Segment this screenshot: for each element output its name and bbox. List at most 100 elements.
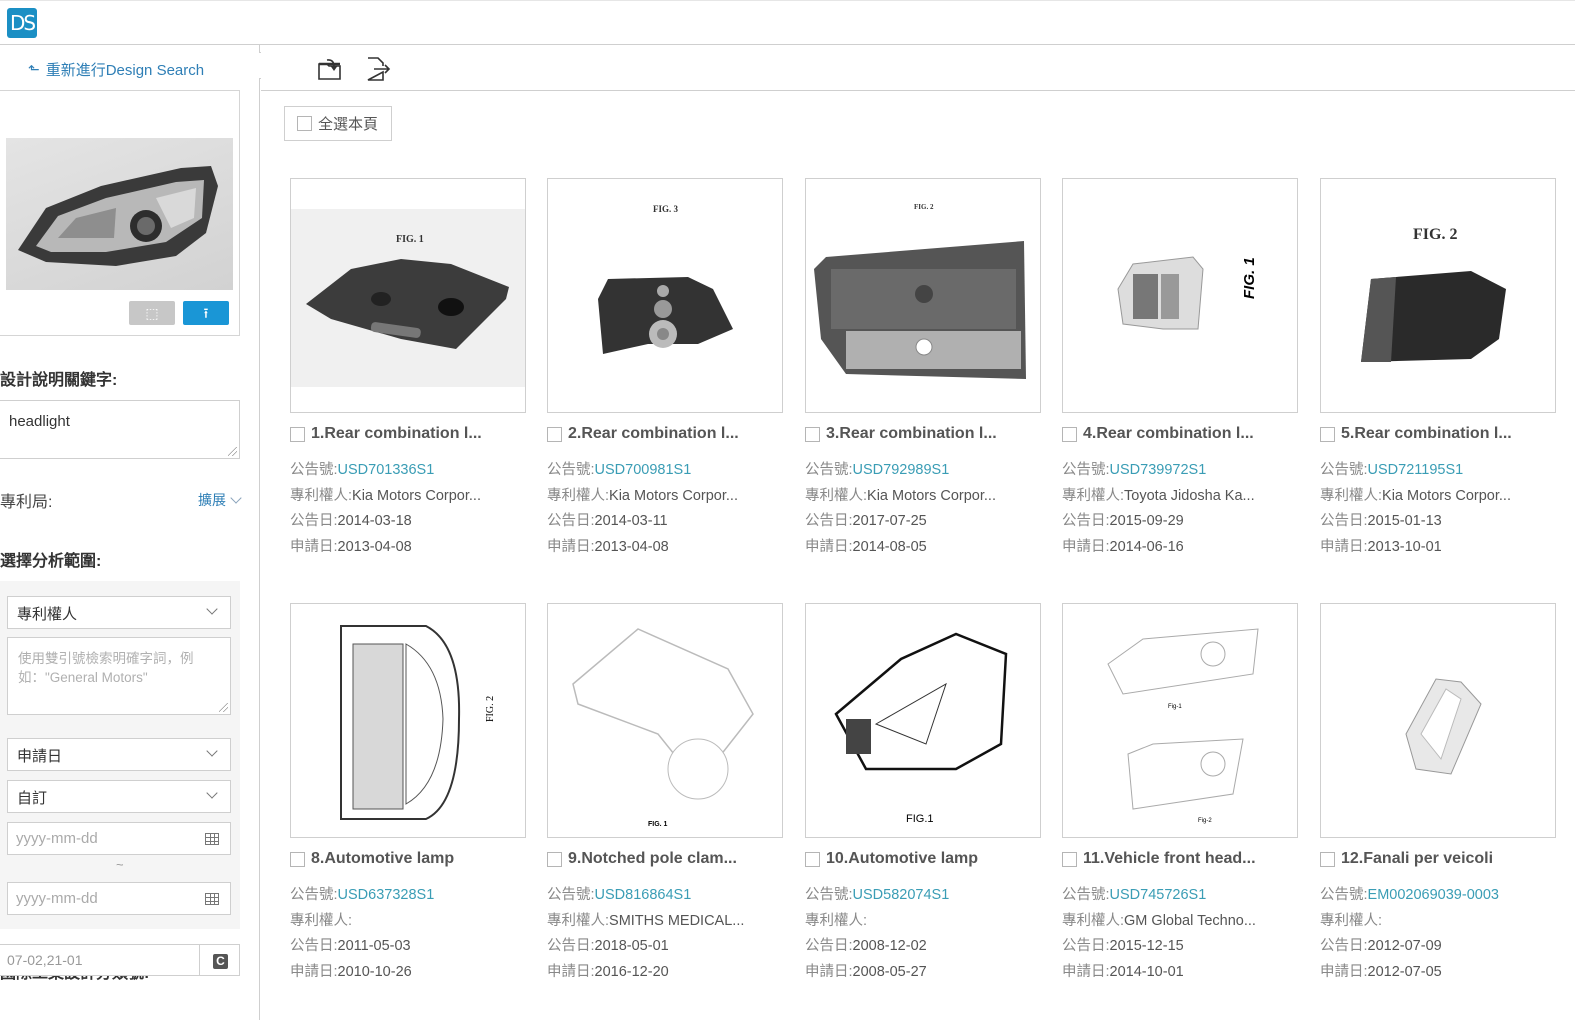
- chevron-down-icon: [230, 492, 242, 504]
- assignee-query-input[interactable]: 使用雙引號檢索明確字詞，例如："General Motors": [7, 637, 231, 715]
- result-checkbox[interactable]: [1062, 426, 1077, 442]
- upload-icon: ⭱: [203, 305, 209, 321]
- pub-no-label: 公告號:: [1320, 887, 1368, 903]
- result-checkbox[interactable]: [1320, 426, 1335, 442]
- result-title[interactable]: 8.Automotive lamp: [311, 850, 454, 868]
- pub-no-link[interactable]: EM002069039-0003: [1368, 887, 1499, 903]
- pub-date-row: 公告日:2011-05-03: [290, 934, 530, 955]
- result-thumbnail[interactable]: FIG.1: [805, 603, 1041, 838]
- app-date-label: 申請日:: [1320, 964, 1368, 980]
- upload-button[interactable]: ⭱: [183, 301, 229, 325]
- result-checkbox[interactable]: [805, 851, 820, 867]
- result-title[interactable]: 5.Rear combination l...: [1341, 425, 1512, 443]
- pub-no-row: 公告號:USD721195S1: [1320, 458, 1560, 479]
- app-date-label: 申請日:: [1062, 539, 1110, 555]
- result-checkbox[interactable]: [547, 426, 562, 442]
- assignee-label: 專利權人:: [1320, 913, 1383, 929]
- assignee-value: GM Global Techno...: [1124, 913, 1256, 929]
- pub-no-link[interactable]: USD792989S1: [853, 462, 950, 478]
- app-logo[interactable]: DS: [7, 8, 37, 38]
- date-from-input[interactable]: yyyy-mm-dd: [7, 822, 231, 855]
- app-date-value: 2014-10-01: [1109, 964, 1184, 980]
- pub-no-link[interactable]: USD582074S1: [853, 887, 950, 903]
- keyword-input[interactable]: headlight: [0, 400, 240, 459]
- restart-search-link[interactable]: ⬑ 重新進行Design Search: [28, 59, 204, 80]
- assignee-label: 專利權人:: [805, 913, 868, 929]
- pub-no-link[interactable]: USD816864S1: [595, 887, 692, 903]
- assignee-row: 專利權人:SMITHS MEDICAL...: [547, 909, 787, 930]
- chevron-down-icon: [206, 787, 218, 799]
- resize-handle[interactable]: [219, 703, 228, 712]
- result-title[interactable]: 9.Notched pole clam...: [568, 850, 737, 868]
- pub-date-label: 公告日:: [805, 938, 853, 954]
- pub-no-row: 公告號:USD792989S1: [805, 458, 1045, 479]
- result-thumbnail[interactable]: FIG. 1: [290, 178, 526, 413]
- app-date-value: 2008-05-27: [852, 964, 927, 980]
- chevron-down-icon: [206, 745, 218, 757]
- pub-date-value: 2011-05-03: [337, 938, 411, 954]
- result-title[interactable]: 2.Rear combination l...: [568, 425, 739, 443]
- result-thumbnail[interactable]: [1320, 603, 1556, 838]
- result-checkbox[interactable]: [1320, 851, 1335, 867]
- result-checkbox[interactable]: [290, 426, 305, 442]
- pub-date-row: 公告日:2012-07-09: [1320, 934, 1560, 955]
- result-checkbox[interactable]: [1062, 851, 1077, 867]
- date-type-select[interactable]: 申請日: [7, 738, 231, 771]
- design-class-input[interactable]: 07-02,21-01: [0, 944, 200, 976]
- result-thumbnail[interactable]: FIG. 2: [290, 603, 526, 838]
- date-range-value: 自訂: [17, 790, 48, 807]
- result-checkbox[interactable]: [805, 426, 820, 442]
- resize-handle[interactable]: [228, 447, 237, 456]
- result-thumbnail[interactable]: FIG. 1: [1062, 178, 1298, 413]
- calendar-icon[interactable]: [205, 833, 219, 845]
- pub-date-label: 公告日:: [547, 938, 595, 954]
- export-icon[interactable]: [365, 57, 391, 81]
- result-title[interactable]: 12.Fanali per veicoli: [1341, 850, 1493, 868]
- calendar-icon[interactable]: [205, 893, 219, 905]
- select-all-checkbox[interactable]: [297, 116, 312, 131]
- top-bar: DS: [0, 0, 1575, 45]
- select-all-page[interactable]: 全選本頁: [284, 106, 392, 141]
- pub-date-row: 公告日:2017-07-25: [805, 509, 1045, 530]
- assignee-label: 專利權人:: [1062, 488, 1125, 504]
- result-title-row: 10.Automotive lamp: [805, 850, 1045, 868]
- result-thumbnail[interactable]: Fig-1 Fig-2: [1062, 603, 1298, 838]
- result-title[interactable]: 4.Rear combination l...: [1083, 425, 1254, 443]
- result-checkbox[interactable]: [547, 851, 562, 867]
- pub-no-link[interactable]: USD637328S1: [338, 887, 435, 903]
- app-date-label: 申請日:: [805, 964, 853, 980]
- expand-offices-toggle[interactable]: 擴展: [198, 490, 242, 510]
- app-date-value: 2010-10-26: [337, 964, 412, 980]
- assignee-label: 專利權人:: [290, 488, 353, 504]
- design-class-picker-button[interactable]: C: [199, 944, 240, 976]
- result-thumbnail[interactable]: FIG. 2: [1320, 178, 1556, 413]
- result-thumbnail[interactable]: FIG. 3: [547, 178, 783, 413]
- pub-no-link[interactable]: USD745726S1: [1110, 887, 1207, 903]
- assignee-label: 專利權人:: [290, 913, 353, 929]
- pub-date-label: 公告日:: [1320, 938, 1368, 954]
- folder-import-icon[interactable]: [317, 57, 343, 81]
- crop-button[interactable]: ⬚: [129, 301, 175, 325]
- result-title-row: 12.Fanali per veicoli: [1320, 850, 1560, 868]
- field-select[interactable]: 專利權人: [7, 596, 231, 629]
- result-title[interactable]: 3.Rear combination l...: [826, 425, 997, 443]
- assignee-label: 專利權人:: [547, 913, 610, 929]
- result-thumbnail[interactable]: FIG. 2: [805, 178, 1041, 413]
- date-to-input[interactable]: yyyy-mm-dd: [7, 882, 231, 915]
- pub-no-label: 公告號:: [1062, 462, 1110, 478]
- date-range-select[interactable]: 自訂: [7, 780, 231, 813]
- pub-no-link[interactable]: USD739972S1: [1110, 462, 1207, 478]
- pub-no-link[interactable]: USD701336S1: [338, 462, 435, 478]
- pub-no-label: 公告號:: [547, 462, 595, 478]
- pub-no-link[interactable]: USD721195S1: [1368, 462, 1464, 478]
- app-date-row: 申請日:2014-10-01: [1062, 960, 1302, 981]
- assignee-label: 專利權人:: [805, 488, 868, 504]
- result-title[interactable]: 10.Automotive lamp: [826, 850, 978, 868]
- result-title[interactable]: 11.Vehicle front head...: [1083, 850, 1256, 868]
- result-title[interactable]: 1.Rear combination l...: [311, 425, 482, 443]
- app-date-row: 申請日:2008-05-27: [805, 960, 1045, 981]
- pub-no-link[interactable]: USD700981S1: [595, 462, 692, 478]
- result-checkbox[interactable]: [290, 851, 305, 867]
- app-date-row: 申請日:2010-10-26: [290, 960, 530, 981]
- result-thumbnail[interactable]: FIG. 1: [547, 603, 783, 838]
